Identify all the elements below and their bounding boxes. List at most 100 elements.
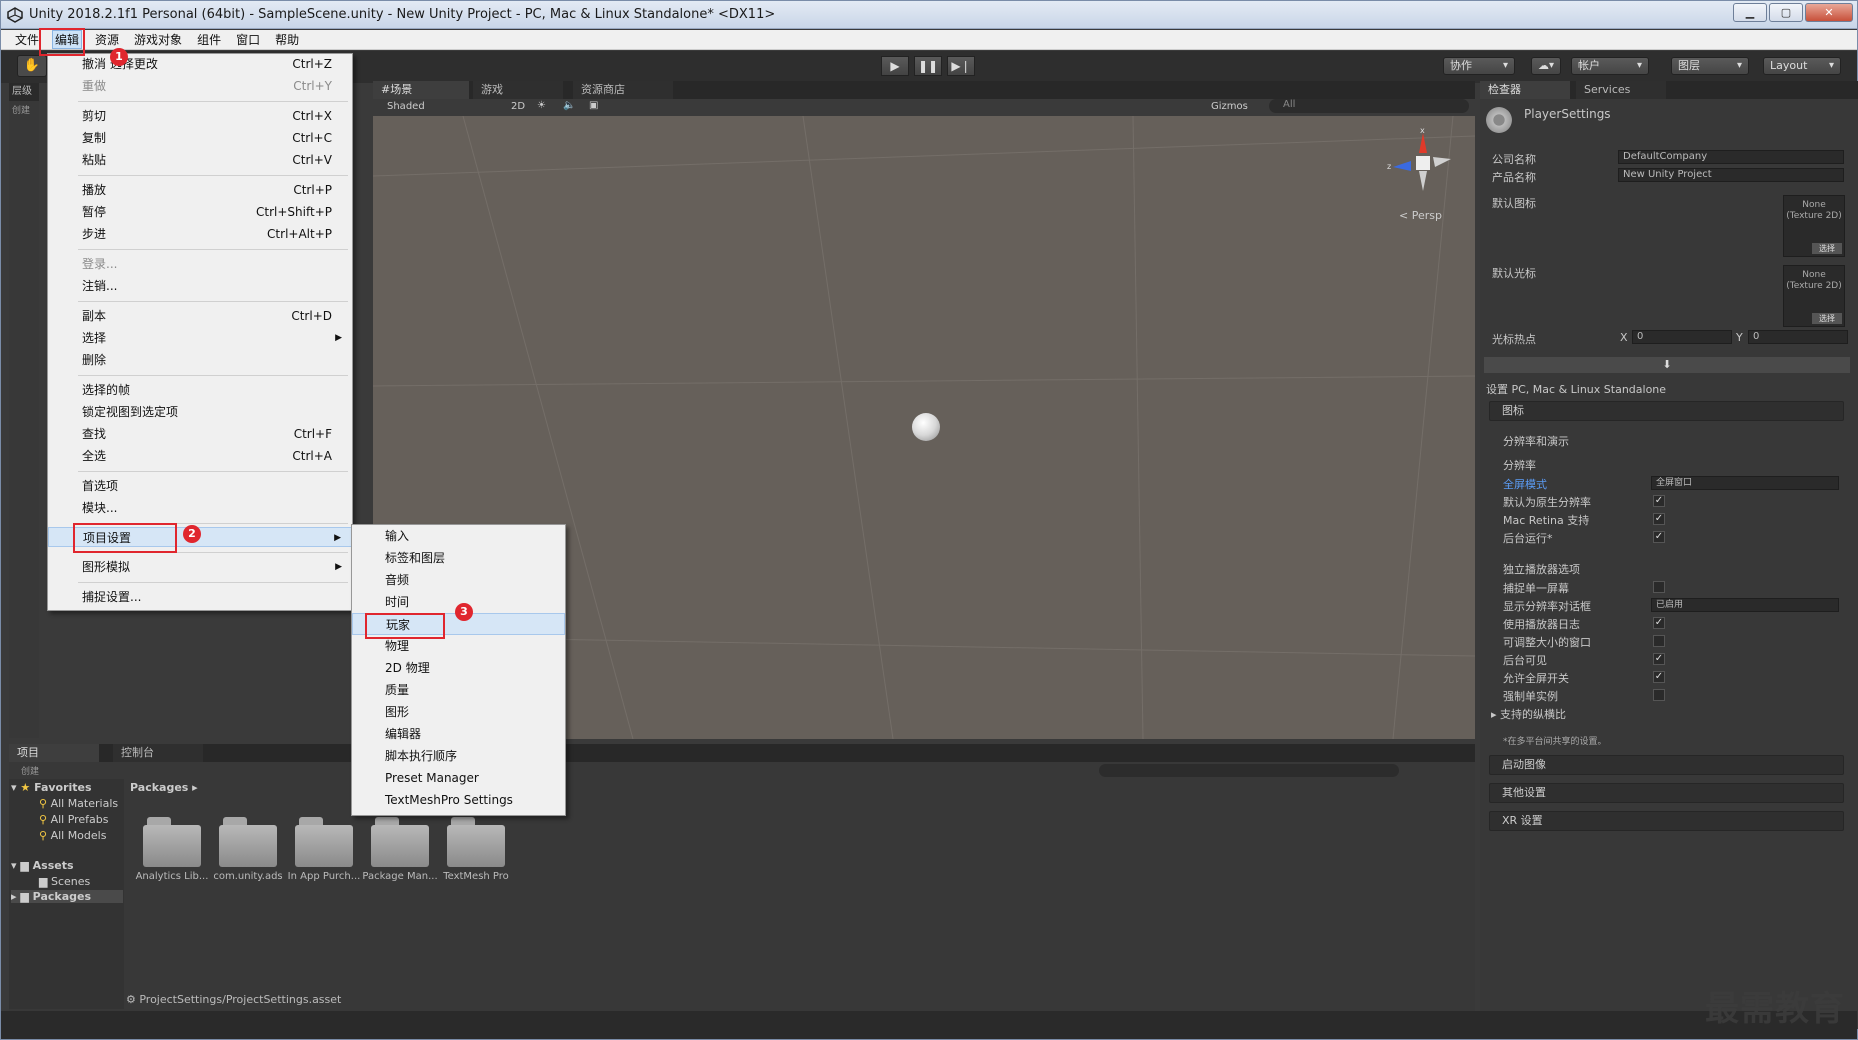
- tab-services[interactable]: Services: [1576, 81, 1666, 99]
- menu-item-modules[interactable]: 模块...: [48, 498, 352, 518]
- menu-item-frame-selected[interactable]: 选择的帧: [48, 380, 352, 400]
- product-field[interactable]: New Unity Project: [1618, 168, 1844, 182]
- menu-item-undo[interactable]: 撤消 选择更改 Ctrl+Z: [48, 54, 352, 74]
- hotspot-x-field[interactable]: 0: [1632, 330, 1732, 344]
- allow-fullscreen-checkbox[interactable]: ✓: [1653, 671, 1665, 683]
- packages-item[interactable]: ▸ ▆ Packages: [11, 890, 123, 903]
- submenu-item-script-order[interactable]: 脚本执行顺序: [352, 745, 565, 767]
- capture-single-checkbox[interactable]: [1653, 581, 1665, 593]
- fav-all-prefabs[interactable]: ⚲ All Prefabs: [39, 813, 109, 826]
- menu-item-graphics-emulation[interactable]: 图形模拟 ▶: [48, 557, 352, 577]
- menu-component[interactable]: 组件: [195, 31, 223, 48]
- menu-item-snap-settings[interactable]: 捕捉设置...: [48, 587, 352, 607]
- minimize-button[interactable]: ▁: [1733, 3, 1767, 22]
- tab-asset-store[interactable]: 资源商店: [573, 81, 673, 99]
- menu-assets[interactable]: 资源: [93, 31, 121, 48]
- menu-item-pause[interactable]: 暂停 Ctrl+Shift+P: [48, 202, 352, 222]
- menu-item-cut[interactable]: 剪切 Ctrl+X: [48, 106, 352, 126]
- submenu-item-graphics[interactable]: 图形: [352, 701, 565, 723]
- menu-file[interactable]: 文件: [13, 31, 41, 48]
- default-cursor-slot[interactable]: None (Texture 2D) 选择: [1783, 265, 1845, 327]
- tab-inspector[interactable]: 检查器: [1480, 81, 1570, 99]
- favorites-item[interactable]: ▾ ★ Favorites: [11, 781, 92, 794]
- mode-2d-toggle[interactable]: 2D: [511, 101, 525, 112]
- menu-item-step[interactable]: 步进 Ctrl+Alt+P: [48, 224, 352, 244]
- menu-item-play[interactable]: 播放 Ctrl+P: [48, 180, 352, 200]
- menu-item-select-all[interactable]: 全选 Ctrl+A: [48, 446, 352, 466]
- menu-item-find[interactable]: 查找 Ctrl+F: [48, 424, 352, 444]
- menu-item-delete[interactable]: 删除: [48, 350, 352, 370]
- submenu-item-quality[interactable]: 质量: [352, 679, 565, 701]
- gizmos-dropdown[interactable]: Gizmos: [1211, 101, 1248, 112]
- hierarchy-tab[interactable]: 层级: [9, 83, 39, 101]
- effects-toggle-icon[interactable]: ▣: [589, 100, 598, 111]
- fav-all-materials[interactable]: ⚲ All Materials: [39, 797, 118, 810]
- menu-window[interactable]: 窗口: [234, 31, 262, 48]
- run-background-checkbox[interactable]: ✓: [1653, 531, 1665, 543]
- assets-item[interactable]: ▾ ▆ Assets: [11, 859, 74, 872]
- sphere-object[interactable]: [912, 413, 940, 441]
- default-native-checkbox[interactable]: ✓: [1653, 495, 1665, 507]
- resolution-section-label[interactable]: 分辨率和演示: [1503, 433, 1569, 449]
- close-button[interactable]: ✕: [1805, 3, 1853, 22]
- folder-package-manager[interactable]: [371, 817, 429, 867]
- submenu-item-editor[interactable]: 编辑器: [352, 723, 565, 745]
- folder-textmesh-pro[interactable]: [447, 817, 505, 867]
- mac-retina-checkbox[interactable]: ✓: [1653, 513, 1665, 525]
- menu-item-copy[interactable]: 复制 Ctrl+C: [48, 128, 352, 148]
- default-icon-select-button[interactable]: 选择: [1812, 243, 1842, 254]
- submenu-item-tags-layers[interactable]: 标签和图层: [352, 547, 565, 569]
- scene-orientation-gizmo[interactable]: x z: [1385, 127, 1455, 197]
- menu-item-paste[interactable]: 粘贴 Ctrl+V: [48, 150, 352, 170]
- scenes-item[interactable]: ▆ Scenes: [39, 875, 90, 888]
- cloud-button[interactable]: ☁: [1531, 57, 1561, 75]
- company-field[interactable]: DefaultCompany: [1618, 150, 1844, 164]
- download-arrow-icon[interactable]: ⬇: [1484, 357, 1850, 373]
- tab-project[interactable]: 项目: [9, 744, 99, 762]
- fav-all-models[interactable]: ⚲ All Models: [39, 829, 106, 842]
- menu-item-preferences[interactable]: 首选项: [48, 476, 352, 496]
- audio-toggle-icon[interactable]: 🔈: [563, 100, 575, 111]
- folder-in-app-purchasing[interactable]: [295, 817, 353, 867]
- other-section-header[interactable]: 其他设置: [1489, 783, 1844, 803]
- persp-label[interactable]: < Persp: [1399, 209, 1442, 222]
- player-log-checkbox[interactable]: ✓: [1653, 617, 1665, 629]
- project-create[interactable]: 创建: [21, 764, 39, 777]
- tab-scene[interactable]: #场景: [373, 81, 469, 99]
- splash-section-header[interactable]: 启动图像: [1489, 755, 1844, 775]
- force-single-checkbox[interactable]: [1653, 689, 1665, 701]
- layers-dropdown[interactable]: 图层: [1671, 57, 1749, 75]
- menu-item-lock-view[interactable]: 锁定视图到选定项: [48, 402, 352, 422]
- default-icon-slot[interactable]: None (Texture 2D) 选择: [1783, 195, 1845, 257]
- submenu-item-preset-manager[interactable]: Preset Manager: [352, 767, 565, 789]
- menu-gameobject[interactable]: 游戏对象: [132, 31, 184, 48]
- step-button[interactable]: ▶❘: [947, 56, 975, 76]
- display-res-dialog-dropdown[interactable]: 已启用: [1651, 598, 1839, 612]
- submenu-item-physics-2d[interactable]: 2D 物理: [352, 657, 565, 679]
- project-breadcrumb[interactable]: Packages ▸: [130, 781, 198, 794]
- icon-section-header[interactable]: 图标: [1489, 401, 1844, 421]
- shading-dropdown[interactable]: Shaded: [387, 101, 425, 112]
- layout-dropdown[interactable]: Layout: [1763, 57, 1841, 75]
- submenu-item-audio[interactable]: 音频: [352, 569, 565, 591]
- menu-item-signout[interactable]: 注销...: [48, 276, 352, 296]
- tab-game[interactable]: 游戏: [473, 81, 563, 99]
- project-search-input[interactable]: [1099, 764, 1399, 777]
- xr-section-header[interactable]: XR 设置: [1489, 811, 1844, 831]
- aspect-ratios-foldout[interactable]: ▸ 支持的纵横比: [1491, 706, 1566, 722]
- fullscreen-mode-dropdown[interactable]: 全屏窗口: [1651, 476, 1839, 490]
- resizable-checkbox[interactable]: [1653, 635, 1665, 647]
- hand-tool-icon[interactable]: ✋: [17, 55, 47, 77]
- menu-help[interactable]: 帮助: [273, 31, 301, 48]
- hierarchy-create[interactable]: 创建: [12, 103, 30, 116]
- collab-dropdown[interactable]: 协作: [1443, 57, 1515, 75]
- default-cursor-select-button[interactable]: 选择: [1812, 313, 1842, 324]
- menu-item-duplicate[interactable]: 副本 Ctrl+D: [48, 306, 352, 326]
- maximize-button[interactable]: ▢: [1769, 3, 1803, 22]
- play-button[interactable]: ▶: [881, 56, 909, 76]
- hotspot-y-field[interactable]: 0: [1748, 330, 1848, 344]
- pause-button[interactable]: ❚❚: [914, 56, 942, 76]
- folder-analytics[interactable]: [143, 817, 201, 867]
- submenu-item-input[interactable]: 输入: [352, 525, 565, 547]
- scene-search-input[interactable]: All: [1269, 99, 1469, 113]
